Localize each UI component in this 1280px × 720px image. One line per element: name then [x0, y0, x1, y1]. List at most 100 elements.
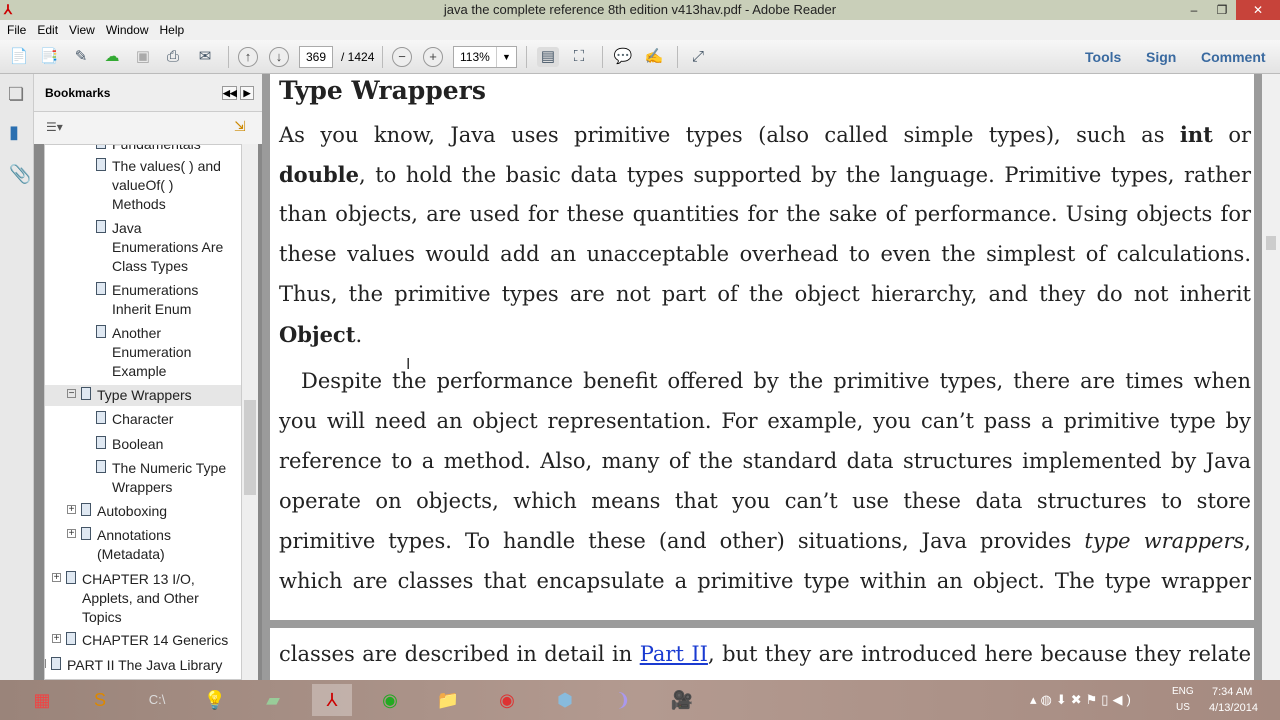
bookmark-item[interactable]: Boolean	[45, 434, 241, 455]
expand-icon[interactable]: +	[45, 659, 46, 668]
maximize-button[interactable]: ❐	[1208, 0, 1236, 20]
cmd-icon[interactable]: C:\	[137, 684, 177, 716]
sign-button[interactable]: Sign	[1146, 49, 1176, 65]
minimize-button[interactable]: –	[1180, 0, 1208, 20]
bookmark-item[interactable]: Character	[45, 409, 241, 430]
text: , to hold the basic data types supported…	[358, 163, 1251, 187]
bookmark-label-line: Java	[112, 220, 142, 236]
toolbar: 📄 📑 ✎ ☁ ▣ ⎙ ✉ ↑ ↓ 369 / 1424 − + 113% ▼ ▤…	[0, 40, 1280, 74]
save-icon[interactable]: ▣	[132, 47, 154, 67]
print-icon[interactable]: ⎙	[162, 47, 184, 67]
bookmark-label-line: Applets, and Other	[82, 590, 199, 606]
virtualbox-icon[interactable]: ⬢	[545, 684, 585, 716]
edit-icon[interactable]: ✎	[70, 47, 92, 67]
bookmark-item[interactable]: + CHAPTER 14 Generics	[45, 630, 241, 651]
full-screen-icon[interactable]: ⤢	[687, 47, 709, 67]
options-menu-icon[interactable]: ☰▾	[46, 120, 63, 134]
previous-page-button[interactable]: ↑	[238, 47, 258, 67]
menu-file[interactable]: File	[7, 23, 26, 37]
part-ii-link[interactable]: Part II	[640, 642, 708, 666]
zoom-select[interactable]: 113% ▼	[453, 46, 517, 68]
create-pdf-online-icon[interactable]: 📑	[38, 47, 60, 67]
sticky-notes-icon[interactable]: 💡	[195, 684, 235, 716]
zoom-value: 113%	[460, 50, 490, 64]
expand-icon[interactable]: +	[52, 634, 61, 644]
taskbar: ▦ S C:\ 💡 ▰ ⅄ ◉ 📁 ◉ ⬢ ❩ 🎥 ▴◍⬇✖⚑▯◀) ENG U…	[0, 680, 1280, 720]
clock-time[interactable]: 7:34 AM	[1212, 686, 1252, 698]
menu-view[interactable]: View	[69, 23, 95, 37]
page-number-input[interactable]: 369	[299, 46, 333, 68]
zoom-in-button[interactable]: +	[423, 47, 443, 67]
close-button[interactable]: ✕	[1236, 0, 1280, 20]
page-thumbnails-icon[interactable]: ❏	[8, 84, 24, 105]
lang-indicator[interactable]: ENG	[1172, 686, 1194, 697]
bookmark-label-line: Character	[112, 411, 174, 427]
document-scrollbar[interactable]	[1262, 74, 1280, 680]
bookmark-item[interactable]: + Annotations (Metadata)	[45, 525, 241, 565]
chevron-down-icon[interactable]: ▼	[496, 47, 516, 67]
text: primitive types. To handle these (and ot…	[279, 529, 1085, 553]
fit-page-icon[interactable]: ⛶	[568, 47, 590, 67]
bookmark-item[interactable]: − Type Wrappers	[45, 385, 241, 406]
bookmarks-icon[interactable]: ▮	[9, 122, 19, 143]
attachments-icon[interactable]: 📎	[9, 164, 31, 185]
bookmark-label-line: Inherit Enum	[112, 301, 192, 317]
file-explorer-icon[interactable]: 📁	[428, 684, 468, 716]
camera-icon[interactable]: 🎥	[662, 684, 702, 716]
fit-width-icon[interactable]: ▤	[537, 47, 559, 67]
bookmark-item[interactable]: Fundamentals	[45, 145, 241, 155]
cloud-upload-icon[interactable]: ☁	[101, 47, 123, 67]
bookmark-icon	[66, 632, 76, 645]
menu-help[interactable]: Help	[160, 23, 185, 37]
comment-button[interactable]: Comment	[1201, 49, 1266, 65]
create-pdf-icon[interactable]: 📄	[8, 47, 30, 67]
expand-icon[interactable]: +	[52, 573, 61, 583]
bookmark-item[interactable]: + CHAPTER 13 I/O, Applets, and Other Topics	[45, 569, 241, 628]
tools-button[interactable]: Tools	[1085, 49, 1121, 65]
menu-edit[interactable]: Edit	[37, 23, 58, 37]
bookmark-icon	[96, 325, 106, 338]
notes-icon[interactable]: ▰	[253, 684, 293, 716]
bookmark-icon	[96, 282, 106, 295]
text: Thus, the primitive types are not part o…	[279, 282, 1251, 306]
comment-bubble-icon[interactable]: 💬	[612, 47, 634, 67]
app-icon[interactable]: ❩	[603, 684, 643, 716]
bookmark-item[interactable]: The Numeric Type Wrappers	[45, 458, 241, 498]
title-bar: ⅄ java the complete reference 8th editio…	[0, 0, 1280, 20]
chrome-icon-2[interactable]: ◉	[487, 684, 527, 716]
bookmark-item[interactable]: Java Enumerations Are Class Types	[45, 218, 241, 277]
bookmark-item[interactable]: + Autoboxing	[45, 501, 241, 522]
window-title: java the complete reference 8th edition …	[443, 2, 837, 17]
emphasis-text: type wrappers	[1084, 529, 1245, 553]
zoom-out-button[interactable]: −	[392, 47, 412, 67]
tray-icons[interactable]: ▴◍⬇✖⚑▯◀)	[1030, 692, 1135, 708]
next-page-button[interactable]: ↓	[269, 47, 289, 67]
bookmark-item[interactable]: + PART II The Java Library	[45, 655, 241, 676]
paragraph-line: double, to hold the basic data types sup…	[279, 162, 1251, 187]
bookmark-item[interactable]: Enumerations Inherit Enum	[45, 280, 241, 320]
adobe-reader-taskbar-icon[interactable]: ⅄	[312, 684, 352, 716]
bookmark-item[interactable]: Another Enumeration Example	[45, 323, 241, 382]
expand-icon[interactable]: +	[67, 529, 76, 539]
sublime-icon[interactable]: S	[80, 684, 120, 716]
start-apps-icon[interactable]: ▦	[22, 684, 62, 716]
expand-panel-button[interactable]: ▶	[240, 86, 254, 100]
email-icon[interactable]: ✉	[194, 47, 216, 67]
menu-window[interactable]: Window	[106, 23, 149, 37]
paragraph-line: primitive types. To handle these (and ot…	[279, 529, 1251, 553]
chrome-icon[interactable]: ◉	[370, 684, 410, 716]
clock-date[interactable]: 4/13/2014	[1209, 702, 1258, 714]
bookmarks-scrollbar[interactable]	[242, 144, 258, 680]
pdf-page: Type Wrappers As you know, Java uses pri…	[270, 74, 1254, 620]
highlight-text-icon[interactable]: ✍	[643, 47, 665, 67]
bookmark-label: PART II The Java Library	[67, 656, 222, 675]
collapse-icon[interactable]: −	[67, 389, 76, 399]
collapse-panel-button[interactable]: ◀◀	[222, 86, 237, 100]
expand-icon[interactable]: +	[67, 505, 76, 515]
bookmarks-header: Bookmarks ◀◀ ▶	[34, 74, 262, 112]
expand-bookmark-icon[interactable]: ⇲	[234, 118, 246, 135]
bookmark-item[interactable]: The values( ) and valueOf( ) Methods	[45, 156, 241, 215]
bookmark-label: CHAPTER 14 Generics	[82, 631, 228, 650]
region-indicator[interactable]: US	[1176, 702, 1190, 713]
bookmark-label-line: Wrappers	[112, 479, 173, 495]
